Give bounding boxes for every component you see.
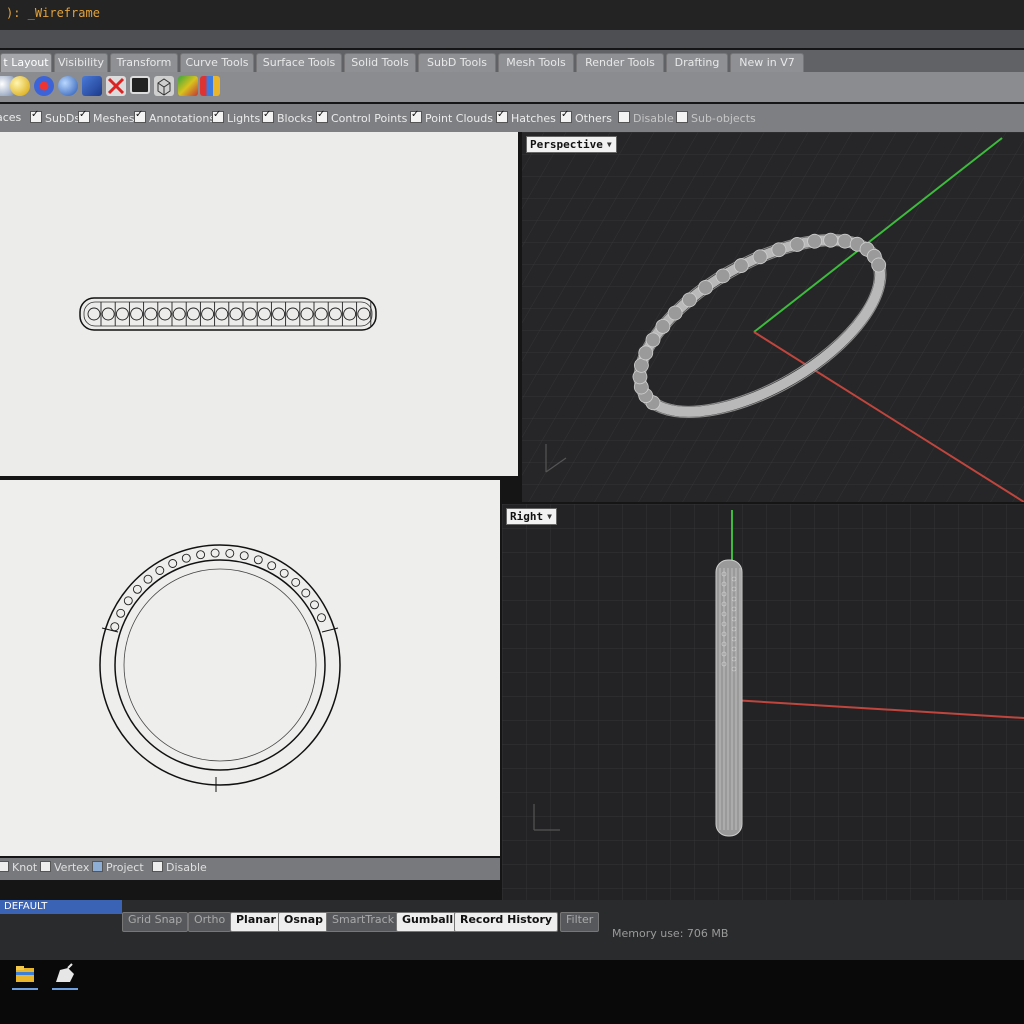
checkbox-icon[interactable] [30,109,42,123]
file-explorer-icon[interactable] [8,960,42,990]
shaded-sphere-icon[interactable] [10,76,30,96]
delete-icon[interactable] [106,76,126,96]
osnap-vertex[interactable]: Vertex [40,861,89,874]
tab-visibility[interactable]: Visibility [54,53,108,72]
tab-render-tools[interactable]: Render Tools [576,53,664,72]
filter-others[interactable]: Others [560,109,612,125]
osnap-button[interactable]: Osnap [278,912,330,932]
filter-meshes[interactable]: Meshes [78,109,134,125]
checkbox-icon[interactable] [134,109,146,123]
grid-snap-button[interactable]: Grid Snap [122,912,189,932]
monitor-icon[interactable] [130,76,150,94]
checkbox-icon[interactable] [316,109,328,123]
checkbox-icon[interactable] [496,109,508,123]
filter-sub-objects[interactable]: Sub-objects [676,111,756,125]
filter-subds[interactable]: SubDs [30,109,80,125]
smarttrack-button[interactable]: SmartTrack [326,912,401,932]
tab-layout[interactable]: t Layout [0,53,52,72]
checkbox-icon[interactable] [212,109,224,123]
checkbox-icon[interactable] [152,861,163,872]
filter-point-clouds[interactable]: Point Clouds [410,109,493,125]
tab-curve-tools[interactable]: Curve Tools [180,53,254,72]
viewport-label-right[interactable]: Right ▼ [506,508,557,525]
checkbox-icon[interactable] [262,109,274,123]
status-bar: DEFAULT Grid Snap Ortho Planar Osnap Sma… [0,900,1024,960]
tab-surface-tools[interactable]: Surface Tools [256,53,342,72]
icon-toolbar [0,72,1024,102]
tab-mesh-tools[interactable]: Mesh Tools [498,53,574,72]
record-history-button[interactable]: Record History [454,912,559,932]
planar-button[interactable]: Planar [230,912,282,932]
cube-icon[interactable] [82,76,102,96]
perspective-scene [522,132,1024,502]
ortho-button[interactable]: Ortho [188,912,232,932]
checkbox-icon[interactable] [410,109,422,123]
filter-hatches[interactable]: Hatches [496,109,556,125]
osnap-project[interactable]: Project [92,861,144,874]
color-grid-icon[interactable] [200,76,220,96]
checkbox-icon[interactable] [560,109,572,123]
checkbox-icon[interactable] [40,861,51,872]
target-icon[interactable] [34,76,54,96]
osnap-bar: Knot Vertex Project Disable [0,858,500,880]
memory-usage: Memory use: 706 MB [612,927,729,940]
tab-solid-tools[interactable]: Solid Tools [344,53,416,72]
toolbar-tabs: t Layout Visibility Transform Curve Tool… [0,50,1024,72]
viewport-right[interactable]: Right ▼ [502,504,1024,902]
osnap-disable[interactable]: Disable [152,861,207,874]
filter-lights[interactable]: Lights [212,109,260,125]
filter-button[interactable]: Filter [560,912,600,932]
viewport-perspective[interactable]: Perspective ▼ [522,132,1024,502]
tab-drafting[interactable]: Drafting [666,53,728,72]
checkbox-icon[interactable] [0,861,9,872]
checkbox-icon[interactable] [676,111,688,123]
osnap-knot[interactable]: Knot [0,861,37,874]
filter-blocks[interactable]: Blocks [262,109,312,125]
checkbox-icon[interactable] [92,861,103,872]
checkbox-icon[interactable] [78,109,90,123]
command-line[interactable]: ): _Wireframe [0,0,1024,30]
viewport-top[interactable] [0,132,518,476]
dropdown-arrow-icon[interactable]: ▼ [547,512,552,521]
viewport-label-perspective[interactable]: Perspective ▼ [526,136,617,153]
layer-indicator[interactable]: DEFAULT [0,900,122,914]
right-scene [502,504,1024,902]
ring-top-wireframe [79,297,377,331]
filter-surfaces[interactable]: aces [0,111,21,124]
taskbar [0,960,1024,1024]
viewport-front[interactable] [0,480,500,856]
window-chrome [0,30,1024,48]
selection-filter-bar: aces SubDs Meshes Annotations Lights Blo… [0,104,1024,132]
ring-front-wireframe [99,544,341,792]
gumball-button[interactable]: Gumball [396,912,460,932]
tab-new-in-v7[interactable]: New in V7 [730,53,804,72]
command-text: ): _Wireframe [6,6,100,20]
checkbox-icon[interactable] [618,111,630,123]
rendered-sphere-icon[interactable] [58,76,78,96]
filter-control-points[interactable]: Control Points [316,109,407,125]
wireframe-box-icon[interactable] [154,76,174,96]
rhino-app-icon[interactable] [48,960,82,990]
filter-disable[interactable]: Disable [618,111,674,125]
dropdown-arrow-icon[interactable]: ▼ [607,140,612,149]
materials-icon[interactable] [178,76,198,96]
filter-annotations[interactable]: Annotations [134,109,215,125]
rhino-window: ): _Wireframe t Layout Visibility Transf… [0,0,1024,1024]
tab-subd-tools[interactable]: SubD Tools [418,53,496,72]
tab-transform[interactable]: Transform [110,53,178,72]
